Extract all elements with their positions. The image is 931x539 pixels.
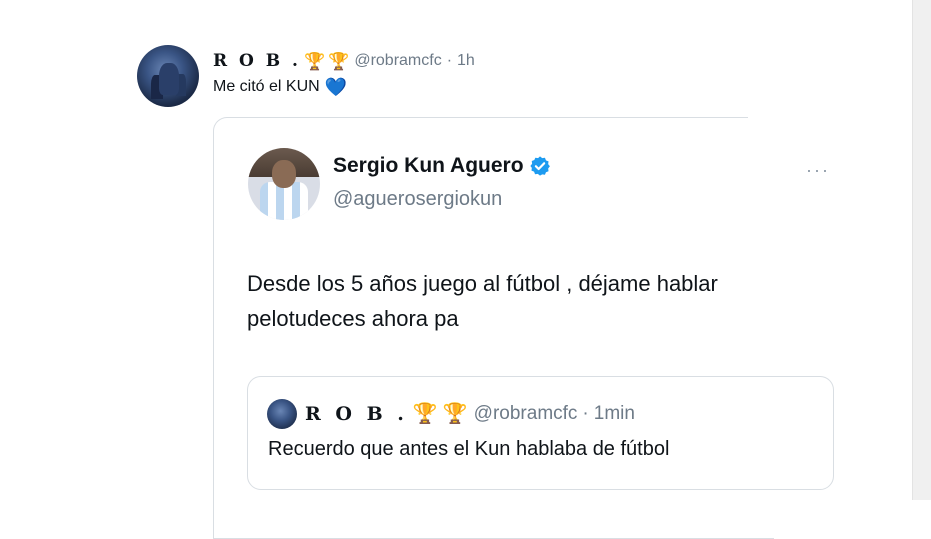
nested-author-name[interactable]: R O B . — [305, 403, 408, 425]
trophy-icon: 🏆 — [412, 403, 438, 425]
author-avatar[interactable] — [137, 45, 199, 107]
nested-quote-card[interactable] — [247, 376, 834, 490]
card-edge-mask — [748, 110, 868, 122]
nested-author-handle[interactable]: @robramcfc — [474, 403, 578, 425]
separator-dot: · — [446, 52, 453, 69]
more-options-icon[interactable]: ··· — [806, 161, 830, 179]
blue-heart-icon: 💙 — [324, 77, 348, 97]
avatar-head — [272, 160, 296, 188]
author-name[interactable]: R O B . — [213, 51, 301, 71]
nested-author-avatar[interactable] — [267, 399, 297, 429]
tweet-header: R O B . 🏆 🏆 @robramcfc · 1h — [213, 49, 475, 73]
quoted-tweet-text: Desde los 5 años juego al fútbol , déjam… — [247, 271, 718, 331]
tweet-text: Me citó el KUN 💙 — [213, 78, 347, 96]
separator-dot: · — [582, 403, 589, 424]
nested-timestamp[interactable]: 1min — [594, 403, 635, 425]
tweet-timestamp[interactable]: 1h — [457, 52, 475, 70]
nested-quote-header: R O B . 🏆 🏆 @robramcfc · 1min — [305, 399, 635, 429]
trophy-icon: 🏆 — [303, 51, 326, 71]
trophy-icon: 🏆 — [328, 51, 350, 71]
quoted-author-name[interactable]: Sergio Kun Aguero — [333, 154, 524, 178]
nested-quote-text: Recuerdo que antes el Kun hablaba de fút… — [268, 438, 670, 460]
tweet-text-content: Me citó el KUN — [213, 78, 320, 95]
author-handle[interactable]: @robramcfc — [354, 52, 441, 70]
quoted-author-name-row: Sergio Kun Aguero — [333, 154, 551, 178]
page-scrollbar-gutter[interactable] — [912, 0, 931, 500]
quoted-author-avatar[interactable] — [248, 148, 320, 220]
verified-badge-icon — [529, 156, 550, 176]
trophy-icon: 🏆 — [442, 403, 468, 425]
quoted-author-handle[interactable]: @aguerosergiokun — [333, 188, 502, 211]
